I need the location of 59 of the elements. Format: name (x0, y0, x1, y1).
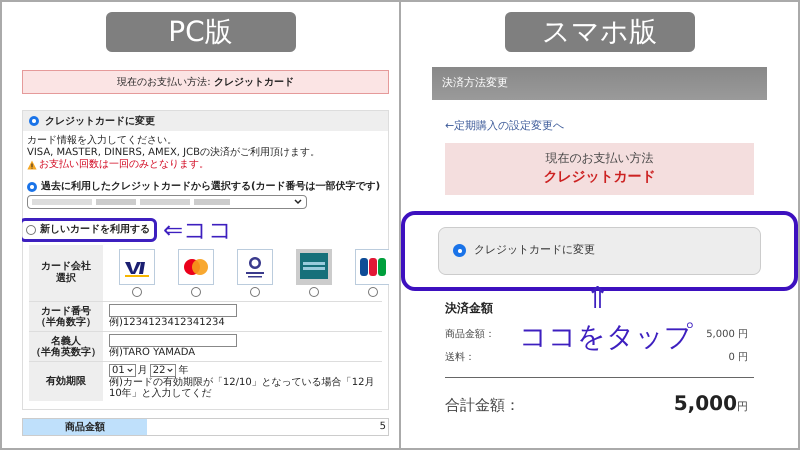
radio-button[interactable] (26, 225, 36, 235)
banner-value: クレジットカード (544, 168, 656, 187)
annotation-text: ⇐ココ (163, 217, 234, 243)
section-heading: 決済金額 (445, 300, 494, 316)
radio-button[interactable] (250, 287, 260, 297)
hint-text: 例)1234123412341234 (109, 317, 226, 329)
input-field[interactable] (109, 334, 237, 347)
card-logo-icon (355, 249, 389, 285)
chevron-down-icon (126, 368, 133, 373)
banner-heading: 現在のお支払い方法 (546, 150, 654, 167)
hint-text: 例)TARO YAMADA (109, 347, 196, 359)
saved-card-select[interactable] (27, 195, 307, 209)
unit-text: 年 (178, 365, 188, 376)
card-choice[interactable]: 新しいカードを利用する (26, 222, 150, 238)
annotation-arrow: ⇑ (585, 282, 610, 316)
card-choice[interactable]: 過去に利用したクレジットカードから選択する(カード番号は一部伏字です) (27, 179, 384, 195)
note-text: カード情報を入力してください。 (27, 135, 178, 147)
back-link[interactable]: ←定期購入の設定変更へ (445, 118, 767, 134)
form-label: カード会社 選択 (29, 245, 103, 301)
warning-text: お支払い回数は一回のみとなります。 (39, 159, 209, 171)
radio-button[interactable] (191, 287, 201, 297)
annotation-text: ココをタップ (519, 320, 693, 354)
radio-button[interactable] (27, 182, 37, 192)
amount-label: 商品金額： (445, 328, 495, 342)
card-logo-icon (237, 249, 273, 285)
radio-button[interactable] (132, 287, 142, 297)
total-label: 合計金額： (445, 394, 520, 416)
card-logo-icon (296, 249, 332, 285)
note-text: VISA, MASTER, DINERS, AMEX, JCBの決済がご利用頂けます。 (27, 147, 321, 158)
section-label: スマホ版 (504, 12, 694, 52)
radio-button[interactable] (309, 287, 319, 297)
month-select[interactable]: 01 (109, 364, 136, 377)
amount-value: 0 円 (728, 350, 748, 364)
chevron-down-icon (294, 199, 302, 205)
section-label: PC版 (106, 12, 296, 52)
warning-icon (27, 160, 37, 170)
chevron-down-icon (167, 368, 174, 373)
unit-text: 月 (138, 365, 148, 376)
payment-option[interactable]: クレジットカードに変更 (23, 111, 388, 131)
year-select[interactable]: 22 (150, 364, 176, 377)
amount-label: 送料： (445, 350, 475, 364)
payment-option[interactable]: クレジットカードに変更 (438, 226, 761, 274)
masked-value-icon (32, 198, 232, 206)
total-value: 5,000円 (674, 390, 748, 416)
table-cell-text: 5 (378, 420, 387, 434)
table-header-cell: 商品金額 (23, 419, 147, 435)
input-field[interactable] (109, 304, 237, 317)
card-logo-icon (119, 249, 155, 285)
radio-button[interactable] (453, 244, 466, 257)
current-payment-banner: 現在のお支払い方法: クレジットカード (22, 70, 389, 94)
card-logo-icon (178, 249, 214, 285)
hint-text: 例)カードの有効期限が「12/10」となっている場合「12月10年」と入力してくだ (109, 377, 376, 399)
page-header: 決済方法変更 (432, 67, 767, 100)
radio-button[interactable] (29, 116, 39, 126)
amount-value: 5,000 円 (706, 328, 748, 342)
form-label: 名義人 （半角英数字） (29, 332, 103, 361)
form-label: カード番号 （半角数字） (29, 302, 103, 331)
radio-button[interactable] (368, 287, 378, 297)
form-label: 有効期限 (29, 362, 103, 401)
